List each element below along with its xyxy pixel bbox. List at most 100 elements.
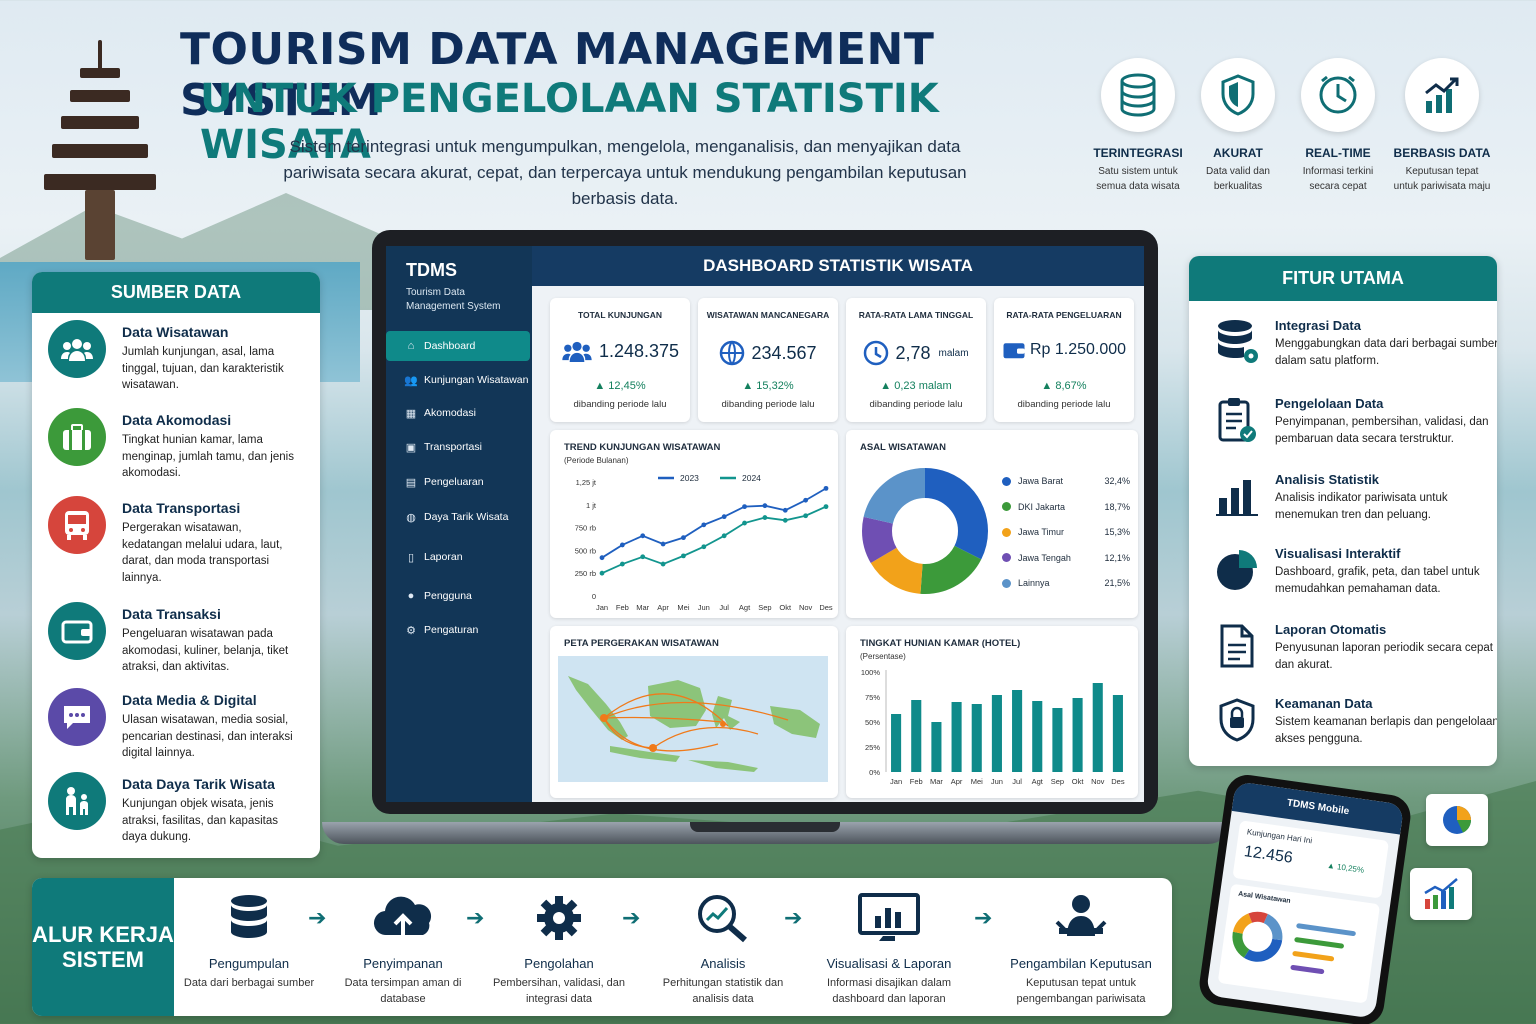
mobile-chart-label: Asal Wisatawan — [1237, 890, 1291, 905]
data-point[interactable] — [721, 533, 727, 539]
source-title: Data Wisatawan — [122, 324, 229, 340]
menu-item-daya-tarik-wisata[interactable]: ◍ Daya Tarik Wisata — [386, 502, 532, 532]
wallet-icon — [48, 602, 106, 660]
kpi-title: TOTAL KUNJUNGAN — [577, 310, 663, 320]
menu-label: Daya Tarik Wisata — [424, 511, 509, 523]
indonesia-movement-map[interactable] — [558, 656, 828, 782]
x-tick-label: Jan — [596, 603, 608, 612]
data-point[interactable] — [823, 504, 829, 510]
pagoda-illustration — [40, 40, 160, 270]
clock-icon — [1301, 58, 1375, 132]
data-point[interactable] — [701, 522, 707, 528]
data-point[interactable] — [640, 533, 646, 539]
data-point[interactable] — [681, 553, 686, 559]
data-point[interactable] — [599, 570, 605, 576]
data-point[interactable] — [742, 504, 747, 510]
bus-icon — [48, 496, 106, 554]
cloud-upload-icon — [328, 888, 478, 948]
menu-item-dashboard[interactable]: ⌂ Dashboard — [386, 331, 530, 361]
data-point[interactable] — [782, 517, 788, 523]
feature-title: BERBASIS DATA — [1393, 146, 1491, 160]
bar-chart-icon — [1213, 472, 1261, 520]
pie-chart-icon — [1213, 546, 1261, 594]
data-point[interactable] — [619, 561, 625, 567]
menu-label: Pengguna — [424, 590, 472, 602]
menu-item-transportasi[interactable]: ▣ Transportasi — [386, 432, 532, 462]
data-point[interactable] — [803, 497, 809, 503]
workflow-heading: ALUR KERJA SISTEM — [32, 878, 174, 1016]
data-point[interactable] — [681, 535, 686, 541]
document-icon: ▯ — [407, 551, 415, 564]
legend-label: Jawa Barat — [1018, 476, 1064, 486]
source-title: Data Transportasi — [122, 500, 241, 516]
occupancy-bar[interactable] — [1072, 698, 1083, 772]
source-desc: Kunjungan objek wisata, jenis atraksi, f… — [122, 798, 278, 843]
data-point[interactable] — [660, 561, 666, 567]
menu-item-pengaturan[interactable]: ⚙ Pengaturan — [386, 615, 532, 645]
feature-item-title: Integrasi Data — [1275, 318, 1361, 333]
feature-item-title: Pengelolaan Data — [1275, 396, 1384, 411]
menu-label: Kunjungan Wisatawan — [424, 374, 529, 386]
trend-chart-card: TREND KUNJUNGAN WISATAWAN (Periode Bulan… — [550, 430, 838, 618]
occupancy-bar[interactable] — [891, 714, 902, 772]
data-point[interactable] — [721, 514, 727, 520]
legend-dot — [1002, 502, 1011, 511]
legend-label: Lainnya — [1018, 578, 1050, 588]
data-point[interactable] — [660, 541, 666, 547]
occupancy-bar[interactable] — [1112, 695, 1123, 772]
occupancy-bar[interactable] — [911, 700, 922, 772]
data-point[interactable] — [599, 555, 605, 561]
legend-row: Jawa Timur 15,3% — [1002, 527, 1130, 537]
data-point[interactable] — [619, 542, 625, 548]
menu-item-laporan[interactable]: ▯ Laporan — [386, 542, 532, 572]
users-icon: 👥 — [404, 374, 418, 387]
workflow-step: Pengambilan Keputusan Keputusan tepat un… — [998, 888, 1164, 1007]
feature-desc: Satu sistem untuk semua data wisata — [1096, 166, 1180, 192]
brand-logo: TDMS — [406, 260, 457, 280]
menu-item-akomodasi[interactable]: ▦ Akomodasi — [386, 398, 532, 428]
map-origin-marker[interactable] — [649, 744, 657, 752]
mobile-origin-card: Asal Wisatawan — [1217, 883, 1381, 1004]
workflow-step-desc: Keputusan tepat untuk pengembangan pariw… — [1016, 977, 1146, 1005]
data-point[interactable] — [762, 503, 768, 509]
mobile-kpi-change: ▲ 10,25% — [1326, 860, 1365, 875]
legend-value: 21,5% — [1104, 578, 1130, 588]
workflow-step: Pengolahan Pembersihan, validasi, dan in… — [484, 888, 634, 1007]
source-title: Data Akomodasi — [122, 412, 232, 428]
occupancy-bar[interactable] — [1052, 708, 1063, 772]
occupancy-bar[interactable] — [931, 722, 942, 772]
menu-item-pengguna[interactable]: ● Pengguna — [386, 581, 532, 611]
legend-row: Jawa Barat 32,4% — [1002, 476, 1130, 486]
occupancy-bar[interactable] — [1092, 683, 1103, 772]
home-icon: ⌂ — [407, 340, 415, 352]
source-title: Data Transaksi — [122, 606, 221, 622]
occupancy-bar[interactable] — [951, 702, 962, 772]
legend-row: Jawa Tengah 12,1% — [1002, 553, 1130, 563]
source-desc: Ulasan wisatawan, media sosial, pencaria… — [122, 714, 293, 759]
mobile-phone: TDMS Mobile Kunjungan Hari Ini 12.456 ▲ … — [1196, 772, 1414, 1024]
data-point[interactable] — [762, 515, 768, 520]
building-icon: ▦ — [405, 407, 417, 420]
menu-item-pengeluaran[interactable]: ▤ Pengeluaran — [386, 467, 532, 497]
data-point[interactable] — [803, 513, 809, 519]
occupancy-bar[interactable] — [991, 695, 1002, 772]
x-tick-label: Sep — [758, 603, 771, 612]
occupancy-bar[interactable] — [1032, 701, 1043, 772]
occupancy-bar[interactable] — [1012, 690, 1023, 772]
data-point[interactable] — [782, 507, 788, 513]
menu-item-kunjungan-wisatawan[interactable]: 👥 Kunjungan Wisatawan — [386, 365, 532, 395]
mobile-legend-bar — [1292, 950, 1335, 962]
kpi-note: dibanding periode lalu — [573, 399, 667, 410]
kpi-card-lama-tinggal: RATA-RATA LAMA TINGGAL 2,78 malam ▲ 0,23 … — [846, 298, 986, 422]
legend-label: Jawa Tengah — [1018, 552, 1071, 563]
map-destination-marker[interactable] — [720, 721, 726, 727]
map-origin-marker[interactable] — [600, 714, 608, 722]
data-point[interactable] — [742, 520, 747, 526]
data-point[interactable] — [823, 485, 829, 491]
occupancy-bar[interactable] — [971, 704, 982, 772]
chart-growth-icon — [1405, 58, 1479, 132]
x-tick-label: Okt — [1072, 777, 1085, 786]
data-point[interactable] — [640, 554, 646, 560]
workflow-step: Visualisasi & Laporan Informasi disajika… — [814, 888, 964, 1007]
data-point[interactable] — [701, 544, 707, 550]
